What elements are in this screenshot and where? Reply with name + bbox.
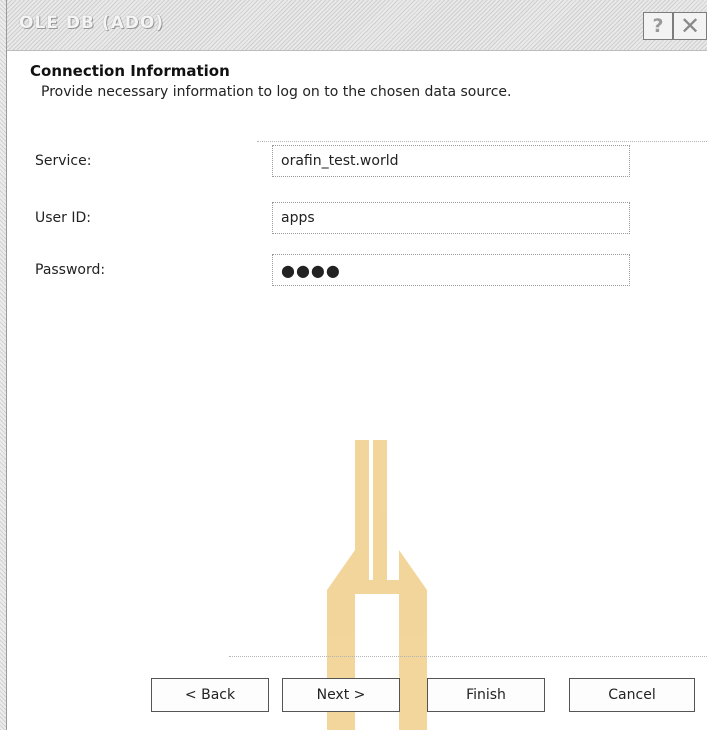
cancel-button[interactable]: Cancel — [569, 678, 695, 712]
finish-button[interactable]: Finish — [427, 678, 545, 712]
next-button[interactable]: Next > — [282, 678, 400, 712]
title-bar[interactable]: OLE DB (ADO) ? ✕ — [7, 0, 707, 51]
footer-divider — [229, 656, 707, 657]
password-label: Password: — [35, 262, 106, 278]
section-subtitle: Provide necessary information to log on … — [41, 84, 512, 100]
back-button[interactable]: < Back — [151, 678, 269, 712]
close-icon: ✕ — [679, 12, 701, 40]
password-field[interactable] — [272, 254, 630, 286]
section-title: Connection Information — [30, 62, 230, 80]
service-label: Service: — [35, 153, 92, 169]
user-id-field[interactable] — [272, 202, 630, 234]
user-id-label: User ID: — [35, 210, 91, 226]
close-button[interactable]: ✕ — [673, 12, 707, 40]
dialog-window: OLE DB (ADO) ? ✕ Connection Information … — [6, 0, 707, 730]
help-icon: ? — [652, 14, 664, 37]
service-field[interactable] — [272, 145, 630, 177]
window-title: OLE DB (ADO) — [19, 13, 165, 33]
header-divider — [257, 141, 707, 142]
help-button[interactable]: ? — [643, 12, 673, 40]
